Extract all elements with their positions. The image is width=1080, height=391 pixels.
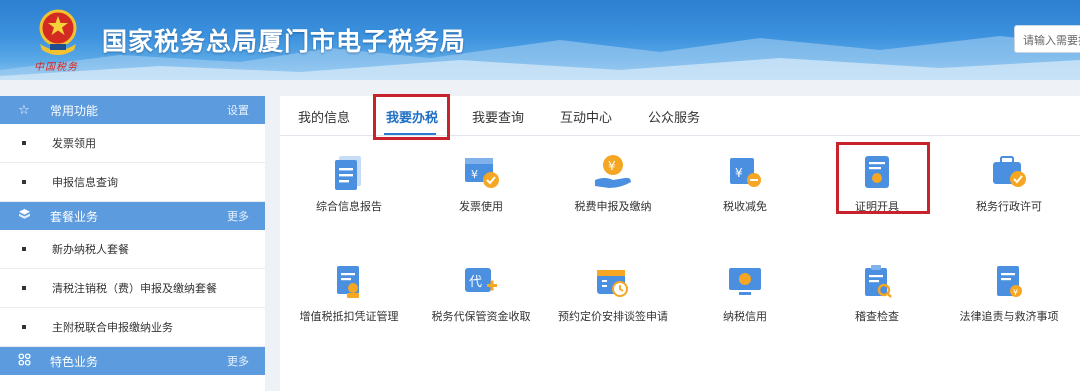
- search-input[interactable]: 请输入需要搜索: [1014, 25, 1080, 53]
- proxy-fund-icon: 代: [465, 268, 497, 292]
- credit-monitor-icon: [729, 268, 761, 295]
- sidebar-item-label: 主附税联合申报缴纳业务: [52, 321, 173, 334]
- calendar-clock-icon: [597, 270, 628, 297]
- bullet-icon: [22, 141, 26, 145]
- more-link[interactable]: 更多: [227, 353, 249, 369]
- tab-my-info[interactable]: 我的信息: [298, 107, 350, 126]
- package-icon: [14, 208, 34, 225]
- sidebar-item-invoice-claim[interactable]: 发票领用: [0, 124, 265, 163]
- sidebar-section-title: 特色业务: [50, 354, 99, 369]
- sidebar-section-title: 套餐业务: [50, 209, 99, 224]
- more-link[interactable]: 更多: [227, 208, 249, 224]
- tile-label: 预约定价安排谈签申请: [558, 310, 668, 323]
- briefcase-check-icon: [993, 156, 1026, 187]
- tax-reduction-icon: ¥: [730, 158, 761, 187]
- tile-comprehensive-report[interactable]: 综合信息报告: [284, 152, 414, 214]
- tile-tax-declaration-payment[interactable]: ¥ 税费申报及缴纳: [548, 152, 678, 214]
- tile-vat-voucher[interactable]: 增值税抵扣凭证管理: [284, 262, 414, 324]
- hand-coin-icon: ¥: [595, 155, 631, 188]
- sidebar-item-joint-declaration[interactable]: 主附税联合申报缴纳业务: [0, 308, 265, 347]
- sidebar-section-packages[interactable]: 套餐业务 更多: [0, 202, 265, 230]
- sidebar-section-common[interactable]: ☆ 常用功能 设置: [0, 96, 265, 124]
- bullet-icon: [22, 286, 26, 290]
- tile-legal-remedy[interactable]: ¥ 法律追责与救济事项: [944, 262, 1074, 324]
- settings-link[interactable]: 设置: [227, 102, 249, 118]
- svg-text:¥: ¥: [735, 166, 743, 180]
- site-header: 中国税务 国家税务总局厦门市电子税务局 请输入需要搜索: [0, 0, 1080, 80]
- invoice-icon: ¥: [465, 158, 499, 188]
- sidebar-item-label: 新办纳税人套餐: [52, 243, 129, 256]
- sidebar: ☆ 常用功能 设置 发票领用 申报信息查询 套餐业务 更多 新办纳税人套餐 清税…: [0, 96, 265, 391]
- sidebar-item-label: 清税注销税（费）申报及缴纳套餐: [52, 282, 217, 295]
- tile-tax-credit[interactable]: 纳税信用: [680, 262, 810, 324]
- site-title: 国家税务总局厦门市电子税务局: [102, 27, 467, 56]
- tile-administrative-license[interactable]: 税务行政许可: [944, 152, 1074, 214]
- stamp-document-icon: [337, 266, 359, 298]
- tile-label: 发票使用: [459, 200, 503, 213]
- tile-invoice-use[interactable]: ¥ 发票使用: [416, 152, 546, 214]
- tile-label: 税费申报及缴纳: [574, 200, 652, 213]
- tile-label: 增值税抵扣凭证管理: [299, 310, 399, 323]
- slogan-text: 中国税务: [34, 62, 78, 73]
- tile-label: 稽查检查: [855, 310, 899, 323]
- inspection-icon: [865, 265, 892, 298]
- sidebar-item-label: 发票领用: [52, 137, 96, 150]
- tile-tax-reduction[interactable]: ¥ 税收减免: [680, 152, 810, 214]
- tile-label: 税收减免: [723, 200, 767, 213]
- star-icon: ☆: [18, 102, 30, 118]
- tile-label: 纳税信用: [723, 310, 767, 323]
- bullet-icon: [22, 247, 26, 251]
- tile-label: 综合信息报告: [316, 200, 382, 213]
- tab-interaction[interactable]: 互动中心: [560, 107, 612, 126]
- main-panel: 我的信息 我要办税 我要查询 互动中心 公众服务 综合信息报告 ¥ 发票使用 ¥: [280, 94, 1080, 391]
- grid-icon: [14, 352, 34, 370]
- national-emblem-icon: [39, 9, 77, 55]
- sidebar-section-title: 常用功能: [50, 103, 99, 118]
- tab-query[interactable]: 我要查询: [472, 107, 524, 126]
- svg-text:代: 代: [469, 275, 482, 290]
- bullet-icon: [22, 325, 26, 329]
- tile-proxy-fund[interactable]: 代 税务代保管资金收取: [416, 262, 546, 324]
- sidebar-item-label: 申报信息查询: [52, 176, 118, 189]
- bullet-icon: [22, 180, 26, 184]
- sidebar-item-declaration-query[interactable]: 申报信息查询: [0, 163, 265, 202]
- svg-text:¥: ¥: [471, 168, 478, 181]
- tile-label: 法律追责与救济事项: [959, 310, 1059, 323]
- legal-coin-icon: ¥: [997, 266, 1022, 297]
- svg-text:¥: ¥: [608, 159, 616, 173]
- highlight-box: [836, 142, 930, 214]
- sidebar-item-new-taxpayer[interactable]: 新办纳税人套餐: [0, 230, 265, 269]
- tile-label: 税务行政许可: [976, 200, 1042, 213]
- tile-label: 税务代保管资金收取: [431, 310, 531, 323]
- sidebar-item-deregistration[interactable]: 清税注销税（费）申报及缴纳套餐: [0, 269, 265, 308]
- svg-text:¥: ¥: [1013, 288, 1018, 297]
- tab-public-service[interactable]: 公众服务: [648, 107, 700, 126]
- document-report-icon: [335, 156, 361, 190]
- sidebar-section-special[interactable]: 特色业务 更多: [0, 347, 265, 375]
- highlight-box: [373, 94, 450, 140]
- tile-pricing-arrangement[interactable]: 预约定价安排谈签申请: [548, 262, 678, 324]
- tile-inspection[interactable]: 稽查检查: [812, 262, 942, 324]
